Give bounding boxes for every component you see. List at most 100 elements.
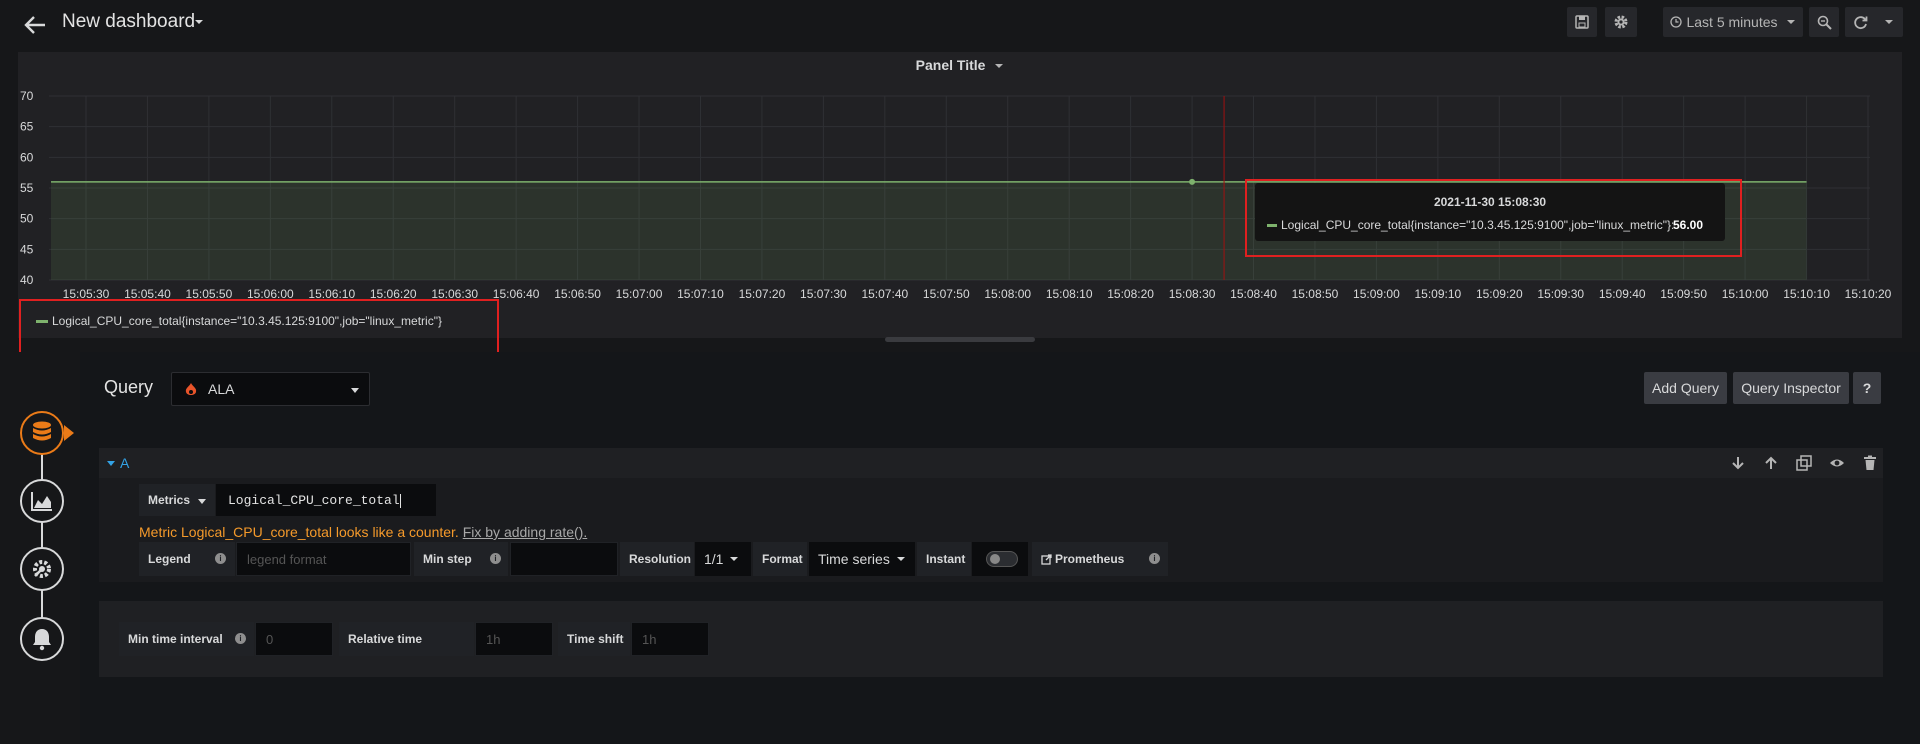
instant-label: Instant: [917, 542, 971, 576]
datasource-select[interactable]: ALA: [171, 372, 370, 406]
format-select[interactable]: Time series: [809, 542, 915, 576]
min-interval-field-label: Min time interval i: [119, 622, 254, 656]
x-tick-label: 15:09:00: [1353, 287, 1400, 301]
tooltip-series-name: Logical_CPU_core_total{instance="10.3.45…: [1281, 218, 1675, 232]
counter-warning: Metric Logical_CPU_core_total looks like…: [139, 524, 587, 540]
x-tick-label: 15:06:10: [308, 287, 355, 301]
time-shift-label: Time shift: [558, 622, 630, 656]
y-tick-label: 55: [20, 181, 34, 195]
hover-data-point: [1189, 178, 1196, 185]
chevron-down-icon: [351, 388, 359, 393]
chevron-down-icon[interactable]: [1884, 18, 1894, 26]
format-label: Format: [753, 542, 807, 576]
tooltip-time: 2021-11-30 15:08:30: [1433, 195, 1547, 209]
chevron-down-icon: [1786, 20, 1795, 24]
info-icon[interactable]: i: [235, 633, 246, 644]
x-tick-label: 15:07:00: [616, 287, 663, 301]
metrics-query-input[interactable]: Logical_CPU_core_total: [216, 484, 436, 516]
relative-time-label: Relative time: [339, 622, 474, 656]
external-link-icon: [1041, 553, 1052, 565]
back-arrow-icon[interactable]: [20, 10, 50, 40]
legend-series-name: Logical_CPU_core_total{instance="10.3.45…: [52, 314, 442, 328]
min-step-field-label: Min step i: [414, 542, 508, 576]
y-tick-label: 50: [20, 212, 34, 226]
zoom-out-button[interactable]: [1809, 7, 1839, 37]
x-tick-label: 15:10:00: [1722, 287, 1769, 301]
refresh-button[interactable]: [1845, 7, 1903, 37]
prometheus-link[interactable]: Prometheus i: [1032, 542, 1168, 576]
resolution-select[interactable]: 1/1: [695, 542, 751, 576]
min-interval-input[interactable]: 0: [255, 622, 333, 656]
series-color-swatch[interactable]: [36, 320, 48, 324]
eye-icon[interactable]: [1829, 455, 1845, 471]
toggle-knob: [990, 554, 1000, 564]
resolution-label: Resolution: [620, 542, 694, 576]
legend-format-input[interactable]: legend format: [236, 542, 411, 576]
info-icon[interactable]: i: [215, 553, 226, 564]
chevron-down-icon[interactable]: [194, 18, 204, 26]
legend-item[interactable]: Logical_CPU_core_total{instance="10.3.45…: [36, 314, 442, 328]
database-icon: [33, 421, 51, 441]
x-tick-label: 15:09:20: [1476, 287, 1523, 301]
series-color-swatch: [1267, 224, 1277, 228]
graph-panel: Panel Title 70 65 60 55 50 45 40 15:05:30 15:05:…: [18, 52, 1902, 338]
x-tick-label: 15:06:20: [370, 287, 417, 301]
toggle-switch[interactable]: [986, 551, 1018, 567]
metrics-query-text: Logical_CPU_core_total: [228, 493, 400, 508]
min-interval-placeholder: 0: [266, 631, 274, 647]
visualization-tab[interactable]: [20, 479, 64, 523]
settings-button[interactable]: [1605, 7, 1637, 37]
y-tick-label: 40: [20, 273, 34, 287]
save-icon: [1575, 15, 1589, 29]
info-icon[interactable]: i: [1149, 553, 1160, 564]
time-range-picker[interactable]: Last 5 minutes: [1663, 7, 1803, 37]
legend-field-label: Legend i: [139, 542, 235, 576]
min-step-label: Min step: [423, 552, 472, 566]
dashboard-title[interactable]: New dashboard: [62, 11, 195, 33]
save-button[interactable]: [1567, 7, 1597, 37]
chevron-down-icon: [896, 557, 905, 561]
x-tick-label: 15:07:30: [800, 287, 847, 301]
active-tab-pointer-icon: [64, 425, 74, 441]
zoom-out-icon: [1817, 15, 1832, 30]
query-ref-id[interactable]: A: [120, 455, 129, 471]
min-step-input[interactable]: [510, 542, 618, 576]
trash-icon[interactable]: [1862, 455, 1878, 471]
time-shift-placeholder: 1h: [642, 631, 657, 647]
x-tick-label: 15:06:30: [431, 287, 478, 301]
x-tick-label: 15:08:40: [1230, 287, 1277, 301]
query-section-title: Query: [104, 377, 154, 397]
query-row-header[interactable]: [99, 448, 1883, 478]
x-tick-label: 15:08:00: [984, 287, 1031, 301]
info-icon[interactable]: i: [490, 553, 501, 564]
legend-format-placeholder: legend format: [247, 551, 327, 567]
gear-wrench-icon: [33, 560, 51, 578]
help-button[interactable]: ?: [1853, 372, 1881, 404]
duplicate-icon[interactable]: [1796, 455, 1812, 471]
general-settings-tab[interactable]: [20, 547, 64, 591]
x-tick-label: 15:05:40: [124, 287, 171, 301]
panel-resize-handle[interactable]: [885, 337, 1035, 342]
y-tick-label: 45: [20, 242, 34, 256]
move-down-icon[interactable]: [1730, 455, 1746, 471]
legend-label: Legend: [148, 552, 191, 566]
collapse-caret-icon[interactable]: [107, 461, 115, 466]
instant-toggle[interactable]: [972, 542, 1028, 576]
add-query-button[interactable]: Add Query: [1644, 372, 1727, 404]
queries-tab[interactable]: [20, 411, 64, 455]
chevron-down-icon: [198, 499, 206, 504]
x-tick-label: 15:05:50: [186, 287, 233, 301]
time-shift-input[interactable]: 1h: [631, 622, 709, 656]
refresh-icon: [1854, 15, 1868, 29]
relative-time-input[interactable]: 1h: [475, 622, 553, 656]
alert-tab[interactable]: [20, 617, 64, 661]
chevron-down-icon: [730, 557, 739, 561]
fix-rate-link[interactable]: Fix by adding rate().: [463, 524, 588, 540]
top-navbar: New dashboard Last 5 minutes: [0, 0, 1920, 50]
query-inspector-button[interactable]: Query Inspector: [1733, 372, 1849, 404]
rail-connector: [41, 432, 43, 632]
y-tick-label: 70: [20, 89, 34, 103]
x-tick-label: 15:09:50: [1660, 287, 1707, 301]
move-up-icon[interactable]: [1763, 455, 1779, 471]
warning-message: Metric Logical_CPU_core_total looks like…: [139, 524, 459, 540]
